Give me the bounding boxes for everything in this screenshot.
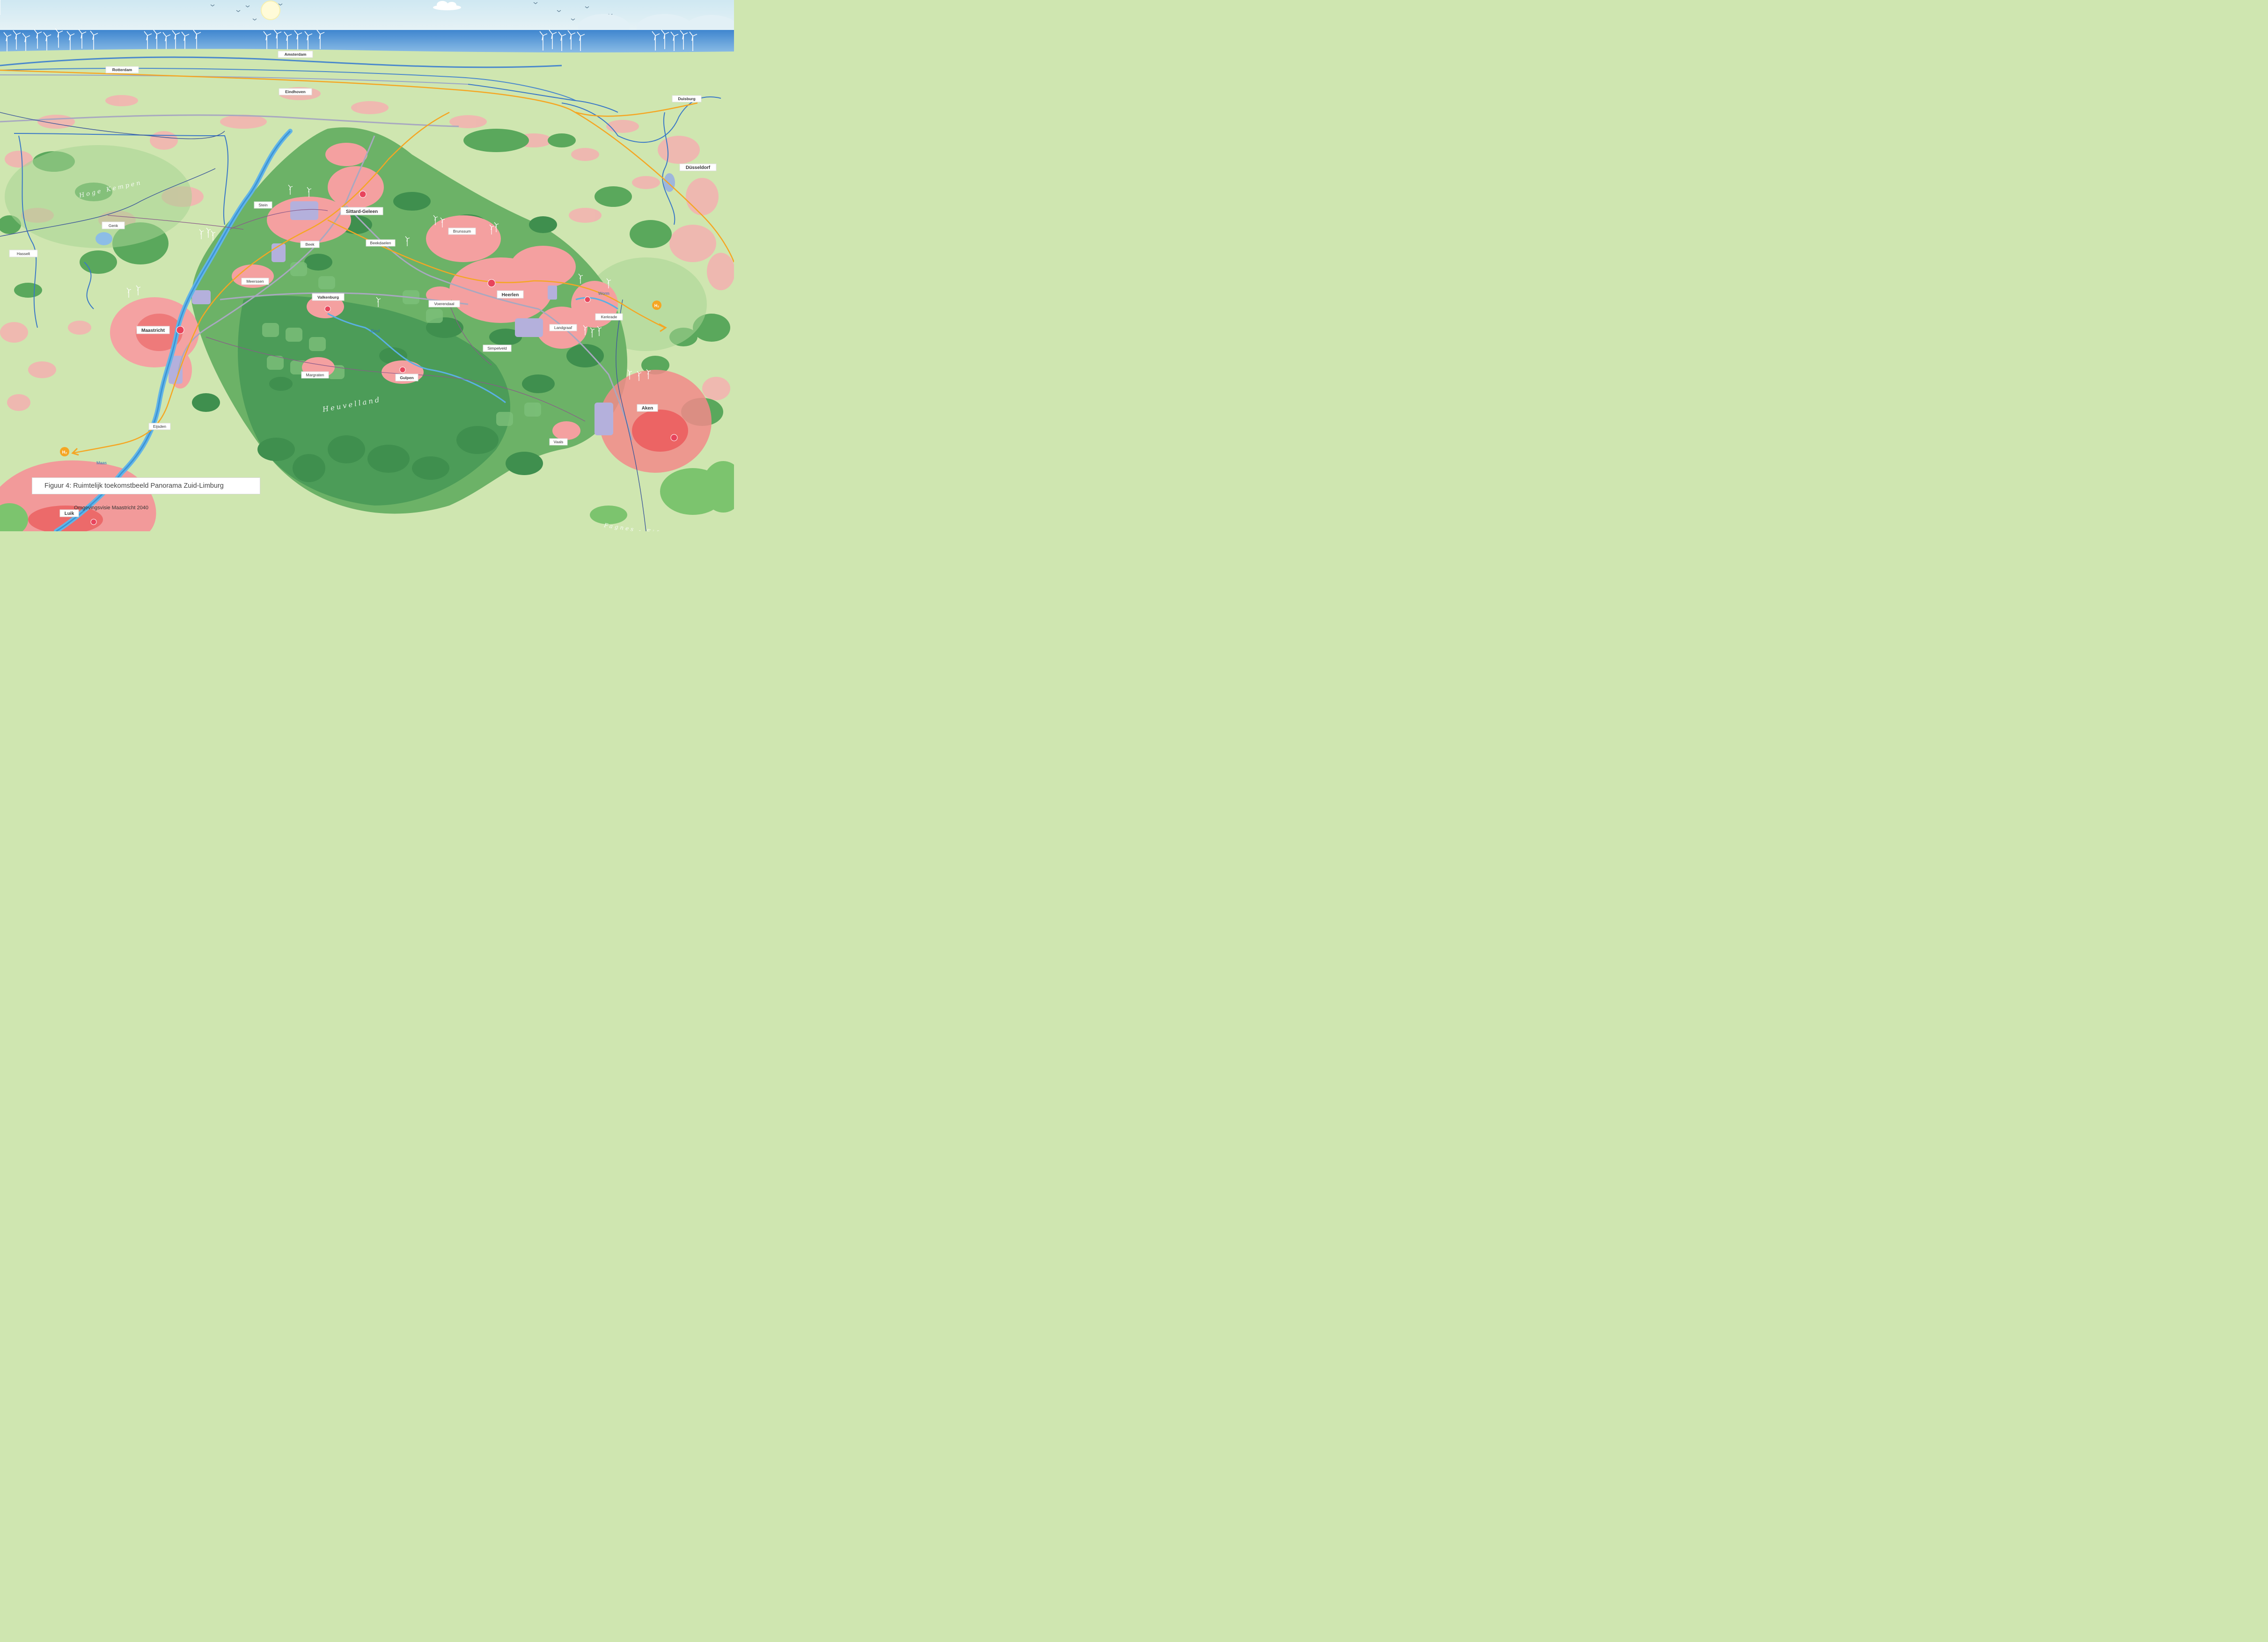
svg-text:Luik: Luik bbox=[65, 511, 74, 516]
svg-text:Vaals: Vaals bbox=[554, 440, 564, 444]
place-label-aken: Aken bbox=[637, 404, 658, 412]
svg-text:Stein: Stein bbox=[258, 203, 268, 207]
place-label-landgraaf: Landgraaf bbox=[549, 324, 577, 331]
svg-text:Simpelveld: Simpelveld bbox=[487, 346, 507, 351]
svg-text:Hasselt: Hasselt bbox=[17, 251, 30, 256]
svg-text:Beekdaelen: Beekdaelen bbox=[370, 241, 391, 245]
svg-text:Valkenburg: Valkenburg bbox=[317, 295, 339, 300]
place-label-meerssen: Meerssen bbox=[241, 278, 269, 285]
svg-text:Eijsden: Eijsden bbox=[153, 424, 166, 429]
hydrogen-badge-east: H₂ bbox=[652, 301, 661, 310]
svg-text:Düsseldorf: Düsseldorf bbox=[686, 165, 711, 170]
water-label-worm: Worm bbox=[598, 291, 609, 296]
svg-text:Genk: Genk bbox=[109, 223, 118, 228]
place-label-sittard-geleen: Sittard-Geleen bbox=[340, 207, 383, 215]
hoge-kempen-zone bbox=[5, 145, 192, 248]
place-label-eijsden: Eijsden bbox=[148, 423, 171, 430]
svg-text:Meerssen: Meerssen bbox=[246, 279, 264, 284]
svg-text:Maastricht: Maastricht bbox=[141, 328, 165, 333]
place-label-rotterdam: Rotterdam bbox=[105, 66, 139, 73]
place-label-maastricht: Maastricht bbox=[136, 326, 170, 334]
svg-text:Voerendaal: Voerendaal bbox=[434, 301, 454, 306]
svg-text:Margraten: Margraten bbox=[306, 373, 324, 377]
place-label-amsterdam: Amsterdam bbox=[278, 51, 313, 58]
svg-text:Duisburg: Duisburg bbox=[678, 96, 695, 101]
hydrogen-badge-west: H₂ bbox=[60, 447, 69, 456]
place-label-dusseldorf: Düsseldorf bbox=[679, 163, 717, 171]
svg-text:Kerkrade: Kerkrade bbox=[601, 315, 617, 319]
place-label-valkenburg: Valkenburg bbox=[312, 293, 345, 301]
svg-text:H₂: H₂ bbox=[62, 450, 67, 454]
svg-text:Gulpen: Gulpen bbox=[400, 375, 413, 380]
place-label-brunssum: Brunssum bbox=[448, 227, 476, 235]
svg-text:Amsterdam: Amsterdam bbox=[285, 52, 307, 57]
place-label-vaals: Vaals bbox=[549, 438, 568, 446]
svg-text:Aken: Aken bbox=[642, 406, 653, 411]
place-label-kerkrade: Kerkrade bbox=[595, 313, 623, 321]
figure-caption: Figuur 4: Ruimtelijk toekomstbeeld Panor… bbox=[44, 482, 224, 490]
svg-text:Sittard-Geleen: Sittard-Geleen bbox=[346, 209, 378, 214]
svg-text:H₂: H₂ bbox=[654, 303, 660, 308]
svg-text:Brunssum: Brunssum bbox=[453, 229, 471, 234]
place-label-margraten: Margraten bbox=[301, 371, 329, 379]
svg-text:Eindhoven: Eindhoven bbox=[285, 89, 305, 94]
place-label-gulpen: Gulpen bbox=[395, 374, 418, 381]
sun-icon bbox=[261, 0, 280, 20]
place-label-beek: Beek bbox=[300, 241, 320, 248]
svg-text:Landgraaf: Landgraaf bbox=[554, 325, 573, 330]
panorama-map: Hoge Kempen Heuvelland Fagnes - Eife Maa… bbox=[0, 0, 734, 531]
svg-text:Beek: Beek bbox=[305, 242, 315, 247]
place-label-genk: Genk bbox=[102, 221, 125, 229]
water-label-maas: Maas bbox=[96, 461, 107, 465]
figure-caption-box: Figuur 4: Ruimtelijk toekomstbeeld Panor… bbox=[32, 477, 260, 494]
place-label-eindhoven: Eindhoven bbox=[279, 88, 312, 95]
svg-text:Heerlen: Heerlen bbox=[502, 293, 519, 298]
place-label-luik: Luik bbox=[59, 509, 79, 517]
place-label-hasselt: Hasselt bbox=[9, 249, 38, 257]
place-label-duisburg: Duisburg bbox=[672, 95, 702, 103]
lake bbox=[95, 232, 112, 245]
place-label-voerendaal: Voerendaal bbox=[428, 300, 460, 308]
place-label-simpelveld: Simpelveld bbox=[483, 345, 512, 352]
place-label-beekdaelen: Beekdaelen bbox=[366, 239, 396, 247]
place-label-stein: Stein bbox=[254, 201, 272, 209]
source-note: Omgevingsvisie Maastricht 2040 bbox=[74, 505, 148, 511]
place-label-heerlen: Heerlen bbox=[497, 290, 524, 299]
svg-text:Rotterdam: Rotterdam bbox=[112, 67, 132, 72]
water-label-geul: Geul bbox=[371, 329, 380, 333]
